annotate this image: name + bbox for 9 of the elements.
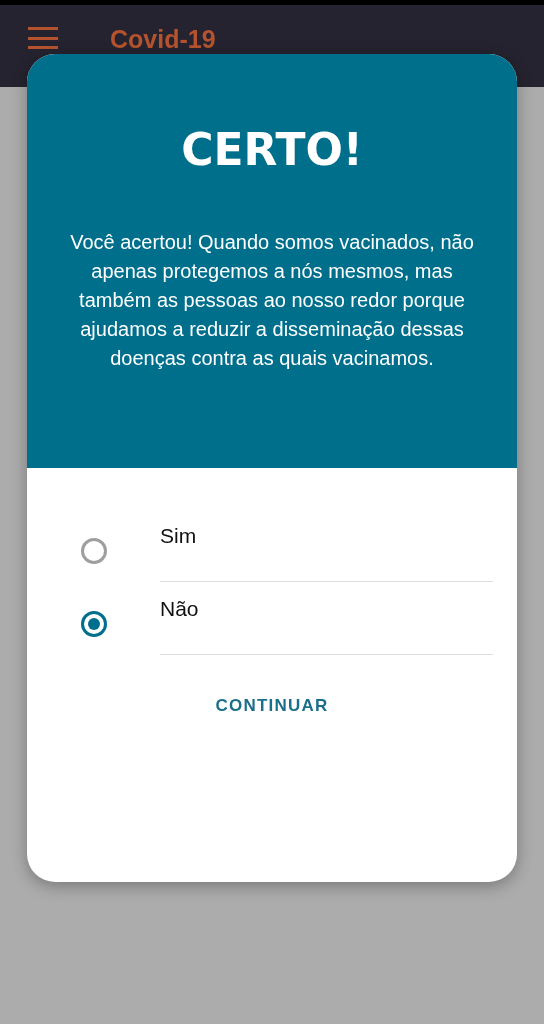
- dialog-message: Você acertou! Quando somos vacinados, não apenas protegemos a nós mesmos, mas também as pessoas ao nosso redor porque ajudamos a reduzir a disseminação dessas doenças contra as quais vacinamos.: [69, 230, 475, 371]
- continue-button[interactable]: CONTINUAR: [207, 690, 337, 722]
- option-label[interactable]: Não: [160, 583, 493, 655]
- radio-button[interactable]: [81, 611, 107, 637]
- option-label[interactable]: Sim: [160, 510, 493, 582]
- app-title: Covid-19: [110, 25, 216, 53]
- radio-button[interactable]: [81, 538, 107, 564]
- dialog-title: CERTO!: [181, 124, 363, 176]
- menu-icon[interactable]: [28, 27, 58, 49]
